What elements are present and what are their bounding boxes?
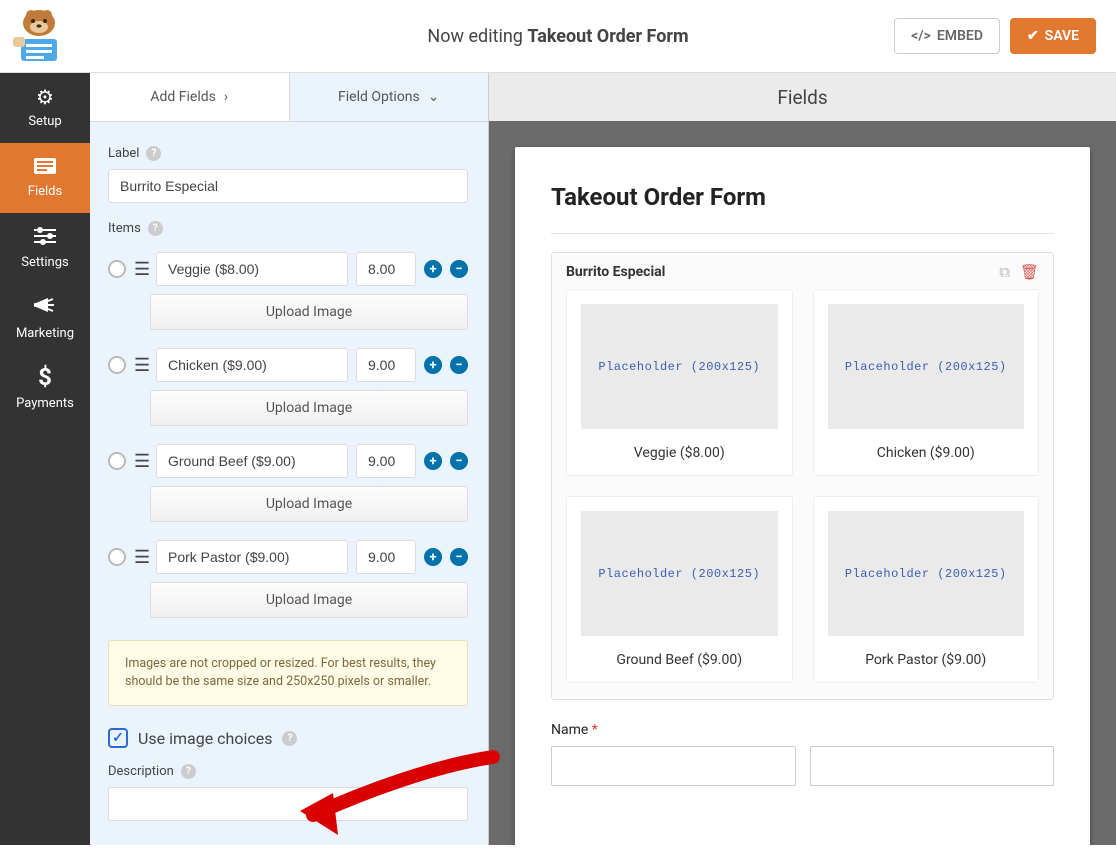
list-icon bbox=[34, 157, 56, 177]
preview-canvas[interactable]: Takeout Order Form Burrito Especial ⧉ 🗑 … bbox=[489, 121, 1116, 845]
bullhorn-icon bbox=[34, 296, 56, 319]
help-icon[interactable]: ? bbox=[148, 221, 163, 236]
label-input[interactable] bbox=[108, 169, 468, 203]
item-name-input[interactable] bbox=[156, 348, 348, 382]
choice-label: Ground Beef ($9.00) bbox=[581, 652, 778, 668]
item-price-input[interactable] bbox=[356, 444, 416, 478]
nav-marketing[interactable]: Marketing bbox=[0, 283, 90, 353]
field-block[interactable]: Burrito Especial ⧉ 🗑 Placeholder (200x12… bbox=[551, 252, 1054, 700]
choice-option[interactable]: Placeholder (200x125) Veggie ($8.00) bbox=[566, 289, 793, 476]
add-item-icon[interactable]: + bbox=[424, 548, 442, 566]
sliders-icon bbox=[34, 227, 56, 248]
nav-label: Setup bbox=[28, 114, 61, 129]
remove-item-icon[interactable]: − bbox=[450, 356, 468, 374]
code-icon: </> bbox=[911, 28, 931, 44]
help-icon[interactable]: ? bbox=[181, 764, 196, 779]
choice-option[interactable]: Placeholder (200x125) Chicken ($9.00) bbox=[813, 289, 1040, 476]
tab-add-fields[interactable]: Add Fields › bbox=[90, 73, 290, 121]
dollar-icon: $ bbox=[38, 365, 52, 389]
add-item-icon[interactable]: + bbox=[424, 260, 442, 278]
help-icon[interactable]: ? bbox=[282, 731, 297, 746]
image-placeholder: Placeholder (200x125) bbox=[828, 511, 1025, 636]
choice-option[interactable]: Placeholder (200x125) Ground Beef ($9.00… bbox=[566, 496, 793, 683]
remove-item-icon[interactable]: − bbox=[450, 452, 468, 470]
add-item-icon[interactable]: + bbox=[424, 356, 442, 374]
field-options-panel[interactable]: Label ? Items ? ☰ + − Upload Image ☰ + − bbox=[90, 122, 488, 845]
drag-handle-icon[interactable]: ☰ bbox=[134, 259, 148, 280]
nav-label: Marketing bbox=[16, 326, 74, 341]
label-heading: Label ? bbox=[108, 146, 468, 161]
left-nav: ⚙ Setup Fields Settings Marketing $ Paym… bbox=[0, 73, 90, 845]
field-block-title: Burrito Especial bbox=[566, 264, 665, 280]
choice-label: Veggie ($8.00) bbox=[581, 445, 778, 461]
divider bbox=[551, 233, 1054, 234]
nav-label: Fields bbox=[28, 184, 62, 199]
embed-button[interactable]: </> EMBED bbox=[894, 18, 1000, 54]
add-item-icon[interactable]: + bbox=[424, 452, 442, 470]
duplicate-icon[interactable]: ⧉ bbox=[999, 263, 1010, 281]
upload-image-button[interactable]: Upload Image bbox=[150, 486, 468, 522]
item-price-input[interactable] bbox=[356, 252, 416, 286]
image-placeholder: Placeholder (200x125) bbox=[828, 304, 1025, 429]
item-name-input[interactable] bbox=[156, 444, 348, 478]
first-name-input[interactable] bbox=[551, 746, 796, 786]
chevron-down-icon: ⌄ bbox=[428, 89, 440, 105]
form-title: Takeout Order Form bbox=[551, 183, 1054, 211]
help-icon[interactable]: ? bbox=[146, 146, 161, 161]
topbar-title: Now editing Takeout Order Form bbox=[427, 26, 688, 47]
choice-option[interactable]: Placeholder (200x125) Pork Pastor ($9.00… bbox=[813, 496, 1040, 683]
nav-settings[interactable]: Settings bbox=[0, 213, 90, 283]
image-placeholder: Placeholder (200x125) bbox=[581, 304, 778, 429]
nav-label: Payments bbox=[16, 396, 74, 411]
choice-label: Pork Pastor ($9.00) bbox=[828, 652, 1025, 668]
choice-label: Chicken ($9.00) bbox=[828, 445, 1025, 461]
last-name-input[interactable] bbox=[810, 746, 1055, 786]
remove-item-icon[interactable]: − bbox=[450, 548, 468, 566]
preview-header: Fields bbox=[489, 73, 1116, 121]
item-name-input[interactable] bbox=[156, 252, 348, 286]
upload-image-button[interactable]: Upload Image bbox=[150, 294, 468, 330]
item-price-input[interactable] bbox=[356, 348, 416, 382]
nav-fields[interactable]: Fields bbox=[0, 143, 90, 213]
item-radio[interactable] bbox=[108, 356, 126, 374]
trash-icon[interactable]: 🗑 bbox=[1020, 263, 1039, 281]
image-notice: Images are not cropped or resized. For b… bbox=[108, 640, 468, 706]
drag-handle-icon[interactable]: ☰ bbox=[134, 451, 148, 472]
remove-item-icon[interactable]: − bbox=[450, 260, 468, 278]
tab-field-options[interactable]: Field Options ⌄ bbox=[290, 73, 489, 121]
drag-handle-icon[interactable]: ☰ bbox=[134, 547, 148, 568]
gear-icon: ⚙ bbox=[36, 87, 54, 107]
description-input[interactable] bbox=[108, 787, 468, 821]
nav-label: Settings bbox=[21, 255, 68, 270]
chevron-right-icon: › bbox=[224, 89, 228, 105]
item-radio[interactable] bbox=[108, 548, 126, 566]
upload-image-button[interactable]: Upload Image bbox=[150, 390, 468, 426]
items-heading: Items ? bbox=[108, 221, 468, 236]
item-radio[interactable] bbox=[108, 452, 126, 470]
image-placeholder: Placeholder (200x125) bbox=[581, 511, 778, 636]
use-image-choices-label: Use image choices bbox=[138, 729, 272, 748]
app-logo bbox=[4, 0, 74, 70]
item-price-input[interactable] bbox=[356, 540, 416, 574]
save-button[interactable]: ✔ SAVE bbox=[1010, 18, 1096, 54]
drag-handle-icon[interactable]: ☰ bbox=[134, 355, 148, 376]
nav-payments[interactable]: $ Payments bbox=[0, 353, 90, 423]
description-heading: Description ? bbox=[108, 764, 468, 779]
name-field-label: Name * bbox=[551, 722, 1054, 738]
item-radio[interactable] bbox=[108, 260, 126, 278]
upload-image-button[interactable]: Upload Image bbox=[150, 582, 468, 618]
nav-setup[interactable]: ⚙ Setup bbox=[0, 73, 90, 143]
check-icon: ✔ bbox=[1027, 28, 1039, 44]
item-name-input[interactable] bbox=[156, 540, 348, 574]
use-image-choices-checkbox[interactable]: ✓ bbox=[108, 728, 128, 748]
